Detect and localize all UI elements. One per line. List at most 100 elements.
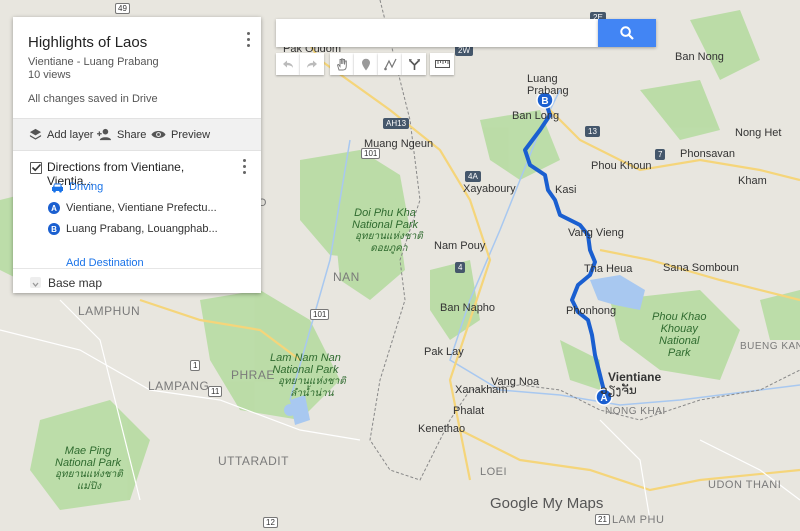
- redo-icon: [307, 60, 317, 68]
- share-button[interactable]: Share: [97, 119, 146, 150]
- place-nan: NAN: [333, 270, 360, 284]
- base-map-label[interactable]: Base map: [48, 276, 102, 290]
- share-label: Share: [117, 128, 147, 141]
- park-doi-phu-kha: Doi Phu Kha National Park: [352, 207, 419, 231]
- search-icon: [620, 26, 634, 40]
- park-doi-phu-kha-local: อุทยานแห่งชาติ ดอยภูคา: [355, 231, 423, 254]
- check-icon: [31, 163, 42, 172]
- map-tools: [276, 53, 456, 75]
- place-loei: LOEI: [480, 466, 508, 478]
- place-nong-khai: NONG KHAI: [605, 406, 666, 417]
- place-kasi: Kasi: [555, 184, 577, 196]
- route-shield-ah13: AH13: [383, 118, 410, 129]
- hand-icon: [336, 58, 347, 70]
- map-description[interactable]: Vientiane - Luang Prabang: [28, 56, 159, 68]
- svg-text:B: B: [541, 96, 548, 107]
- place-ban-napho: Ban Napho: [440, 302, 496, 314]
- place-luang-prabang: Luang Prabang: [527, 73, 569, 97]
- add-layer-button[interactable]: Add layer: [29, 119, 93, 150]
- route-shield-49: 49: [115, 3, 130, 14]
- place-vientiane-local: ວຽງຈັນ: [600, 383, 637, 397]
- place-pak-lay: Pak Lay: [424, 346, 464, 358]
- preview-button[interactable]: Preview: [151, 119, 210, 150]
- base-map-expand-icon[interactable]: [30, 277, 41, 288]
- measure-button[interactable]: [430, 53, 454, 75]
- directions-layer: Directions from Vientiane, Vientia... Dr…: [13, 150, 261, 269]
- map-title[interactable]: Highlights of Laos: [28, 34, 147, 51]
- stop-b-pin-icon: B: [48, 223, 60, 235]
- route-shield-11: 11: [208, 386, 223, 397]
- stop-a-label: Vientiane, Vientiane Prefectu...: [66, 202, 217, 214]
- stop-a[interactable]: A Vientiane, Vientiane Prefectu...: [48, 202, 243, 214]
- place-phonsavan: Phonsavan: [680, 148, 736, 160]
- google-my-maps-logo: Google My Maps: [490, 495, 604, 512]
- stop-b[interactable]: B Luang Prabang, Louangphab...: [48, 223, 243, 235]
- place-lampang: LAMPANG: [148, 379, 210, 393]
- park-lam-nam-nan-local: อุทยานแห่งชาติ ลำน้ำน่าน: [278, 376, 346, 399]
- place-udon-thani: UDON THANI: [708, 479, 782, 491]
- park-phou-khao-khouay: Phou Khao Khouay National Park: [652, 311, 707, 359]
- marker-icon: [362, 58, 370, 70]
- route-shield-7: 7: [655, 149, 666, 160]
- route-shield-13: 13: [585, 126, 600, 137]
- search-button[interactable]: [598, 19, 656, 47]
- place-xayaboury: Xayaboury: [463, 183, 516, 195]
- place-tha-heua: Tha Heua: [584, 263, 633, 275]
- place-vang-vieng: Vang Vieng: [568, 227, 624, 239]
- route-shield-101: 101: [361, 148, 381, 159]
- park-mae-ping: Mae Ping National Park: [55, 445, 122, 469]
- undo-button[interactable]: [276, 53, 300, 75]
- preview-label: Preview: [171, 128, 211, 141]
- draw-line-button[interactable]: [378, 53, 402, 75]
- layers-icon: [29, 128, 42, 140]
- map-views: 10 views: [28, 69, 71, 81]
- place-nong-het: Nong Het: [735, 127, 782, 139]
- car-icon: [52, 183, 63, 193]
- undo-icon: [283, 60, 293, 68]
- select-button[interactable]: [330, 53, 354, 75]
- place-kenethao: Kenethao: [418, 423, 466, 435]
- route-shield-21: 21: [595, 514, 610, 525]
- route-shield-101b: 101: [310, 309, 330, 320]
- directions-button[interactable]: [402, 53, 426, 75]
- driving-mode-button[interactable]: Driving: [51, 181, 103, 193]
- place-kham: Kham: [738, 175, 767, 187]
- park-lam-nam-nan: Lam Nam Nan National Park: [270, 352, 341, 376]
- search-input[interactable]: [276, 19, 598, 47]
- add-person-icon: [97, 128, 111, 141]
- place-ban-nong: Ban Nong: [675, 51, 724, 63]
- ruler-icon: [434, 60, 450, 68]
- map-panel: Highlights of Laos Vientiane - Luang Pra…: [13, 17, 261, 293]
- place-lamphun: LAMPHUN: [78, 304, 141, 318]
- place-ban-long: Ban Long: [512, 110, 560, 122]
- route-shield-4: 4: [455, 262, 466, 273]
- place-phrae: PHRAE: [231, 368, 275, 382]
- driving-label: Driving: [69, 181, 104, 193]
- place-bueng-kan: BUENG KAN: [740, 341, 800, 352]
- stop-a-pin-icon: A: [48, 202, 60, 214]
- layer-options-icon[interactable]: [241, 159, 247, 175]
- place-phalat: Phalat: [453, 405, 485, 417]
- park-mae-ping-local: อุทยานแห่งชาติ แม่ปิง: [55, 469, 123, 492]
- route-shield-4a: 4A: [465, 171, 481, 182]
- eye-icon: [151, 130, 166, 139]
- draw-line-icon: [383, 58, 397, 70]
- route-shield-1: 1: [190, 360, 201, 371]
- save-status: All changes saved in Drive: [28, 93, 158, 105]
- place-phonhong: Phonhong: [566, 305, 617, 317]
- place-nam-pouy: Nam Pouy: [434, 240, 486, 252]
- place-sana-somboun: Sana Somboun: [663, 262, 739, 274]
- place-uttaradit: UTTARADIT: [218, 454, 289, 468]
- place-vang-noa: Vang Noa: [491, 376, 540, 388]
- panel-actions: Add layer Share Preview: [13, 118, 261, 151]
- place-lam-phu: LAM PHU: [612, 514, 665, 526]
- stop-b-label: Luang Prabang, Louangphab...: [66, 223, 218, 235]
- layer-checkbox[interactable]: [30, 162, 42, 174]
- add-layer-label: Add layer: [47, 128, 94, 141]
- base-map-section: Base map: [13, 268, 261, 294]
- add-marker-button[interactable]: [354, 53, 378, 75]
- redo-button[interactable]: [300, 53, 324, 75]
- directions-icon: [408, 58, 420, 70]
- map-options-icon[interactable]: [245, 32, 251, 48]
- place-phou-khoun: Phou Khoun: [591, 160, 652, 172]
